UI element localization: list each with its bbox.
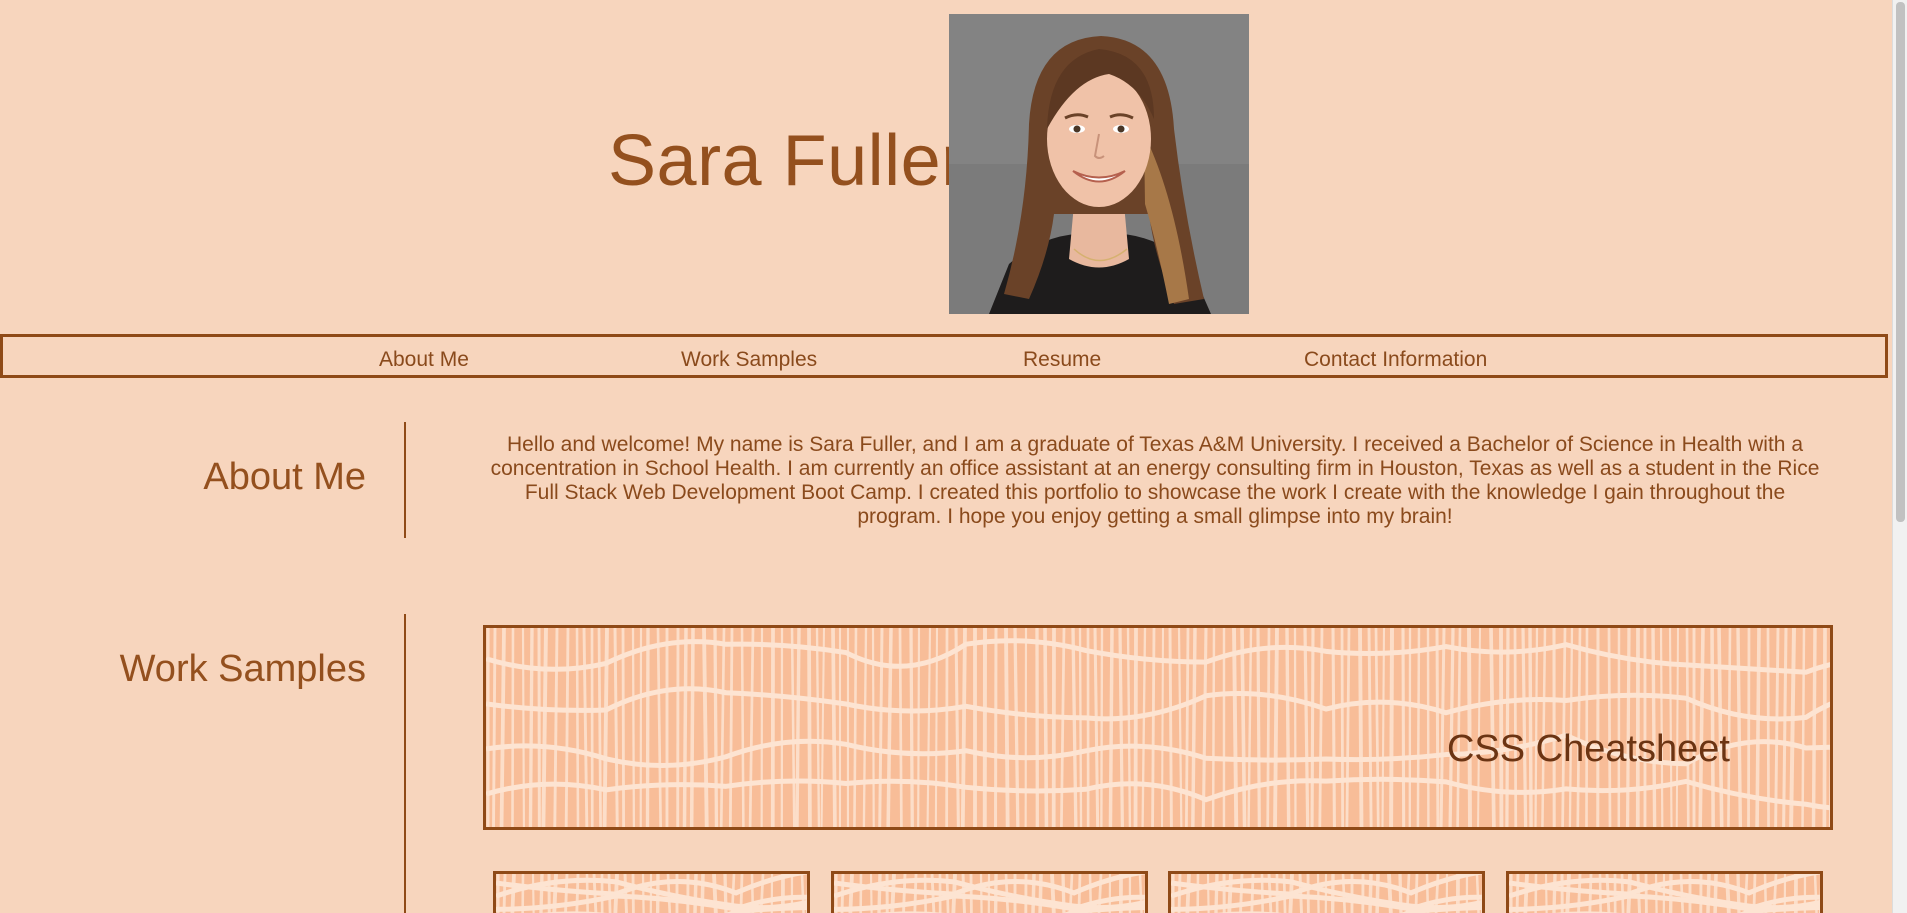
portrait-photo: [949, 14, 1249, 314]
main-nav: About Me Work Samples Resume Contact Inf…: [0, 334, 1888, 378]
portrait-illustration: [949, 14, 1249, 314]
work-sample-featured-title: CSS Cheatsheet: [1446, 728, 1730, 770]
about-heading: About Me: [203, 456, 366, 498]
work-sample-card[interactable]: [493, 871, 810, 913]
nav-link-contact-information[interactable]: Contact Information: [1304, 348, 1487, 372]
nav-link-about-me[interactable]: About Me: [379, 348, 469, 372]
about-text: Hello and welcome! My name is Sara Fulle…: [490, 433, 1820, 528]
work-samples-heading: Work Samples: [119, 648, 366, 690]
nav-link-resume[interactable]: Resume: [1023, 348, 1101, 372]
work-sample-card[interactable]: [1168, 871, 1485, 913]
work-sample-card[interactable]: [831, 871, 1148, 913]
scrollbar-thumb[interactable]: [1896, 2, 1905, 522]
about-divider: [404, 422, 406, 538]
work-sample-card-pattern: [834, 874, 1145, 913]
work-sample-featured-card[interactable]: CSS Cheatsheet: [483, 625, 1833, 830]
nav-link-work-samples[interactable]: Work Samples: [681, 348, 817, 372]
work-sample-card-pattern: [496, 874, 807, 913]
work-samples-divider: [404, 614, 406, 913]
site-title: Sara Fuller: [608, 121, 966, 201]
work-sample-card[interactable]: [1506, 871, 1823, 913]
site-header: Sara Fuller: [0, 0, 1892, 334]
page-scrollbar[interactable]: [1892, 0, 1907, 913]
work-sample-card-pattern: [1509, 874, 1820, 913]
portfolio-page: Sara Fuller About Me Work Samples Resume…: [0, 0, 1892, 913]
work-sample-card-pattern: [1171, 874, 1482, 913]
